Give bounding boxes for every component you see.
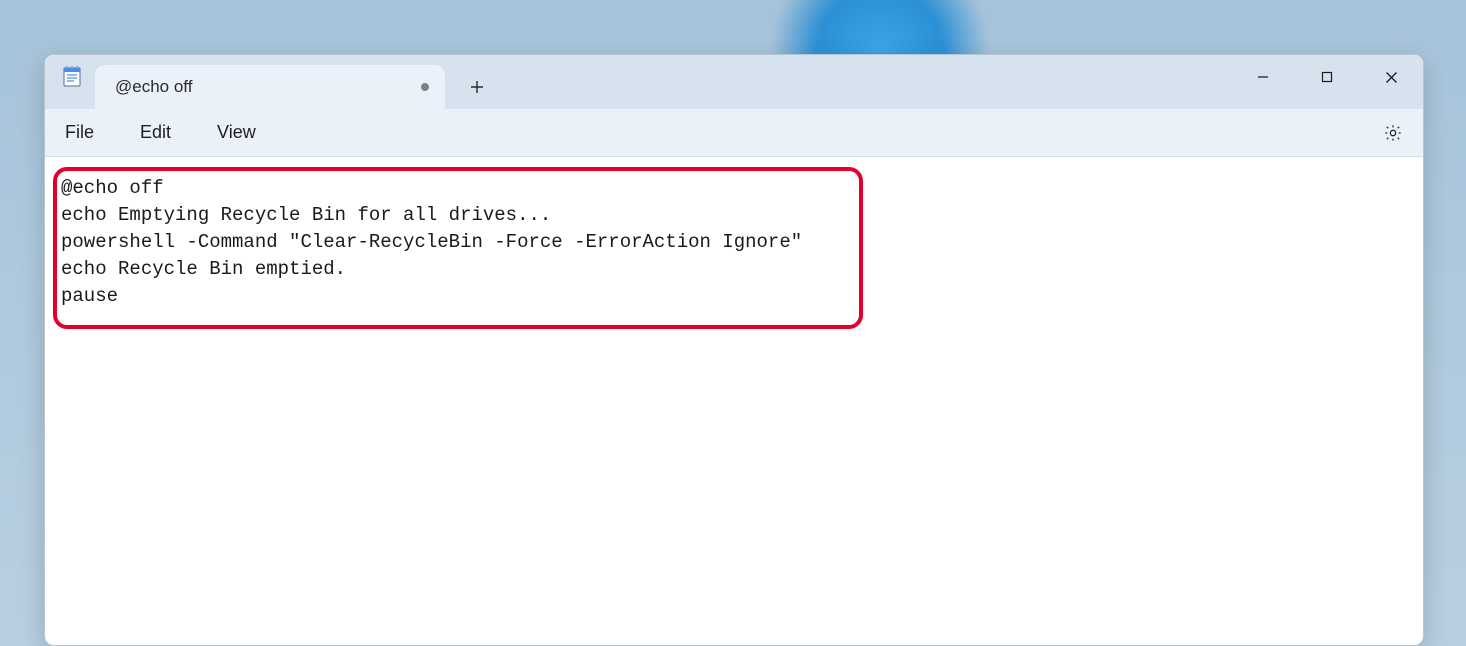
- titlebar[interactable]: @echo off: [45, 55, 1423, 109]
- new-tab-button[interactable]: [455, 65, 499, 109]
- code-line: @echo off: [61, 177, 164, 199]
- document-tab[interactable]: @echo off: [95, 65, 445, 109]
- close-button[interactable]: [1359, 55, 1423, 99]
- menubar: File Edit View: [45, 109, 1423, 157]
- text-editor[interactable]: @echo off echo Emptying Recycle Bin for …: [45, 157, 1423, 645]
- maximize-button[interactable]: [1295, 55, 1359, 99]
- editor-content[interactable]: @echo off echo Emptying Recycle Bin for …: [61, 175, 1407, 310]
- code-line: echo Recycle Bin emptied.: [61, 258, 346, 280]
- unsaved-indicator-icon: [421, 83, 429, 91]
- code-line: powershell -Command "Clear-RecycleBin -F…: [61, 231, 802, 253]
- code-line: echo Emptying Recycle Bin for all drives…: [61, 204, 551, 226]
- close-icon: [1385, 71, 1398, 84]
- code-line: pause: [61, 285, 118, 307]
- settings-button[interactable]: [1379, 119, 1407, 147]
- menu-view[interactable]: View: [211, 118, 262, 147]
- notepad-window: @echo off: [44, 54, 1424, 646]
- minimize-button[interactable]: [1231, 55, 1295, 99]
- plus-icon: [470, 80, 484, 94]
- menu-file[interactable]: File: [59, 118, 100, 147]
- maximize-icon: [1321, 71, 1333, 83]
- notepad-icon: [61, 65, 83, 87]
- menu-edit[interactable]: Edit: [134, 118, 177, 147]
- window-controls: [1231, 55, 1423, 99]
- minimize-icon: [1257, 71, 1269, 83]
- gear-icon: [1383, 123, 1403, 143]
- tab-title: @echo off: [115, 77, 413, 97]
